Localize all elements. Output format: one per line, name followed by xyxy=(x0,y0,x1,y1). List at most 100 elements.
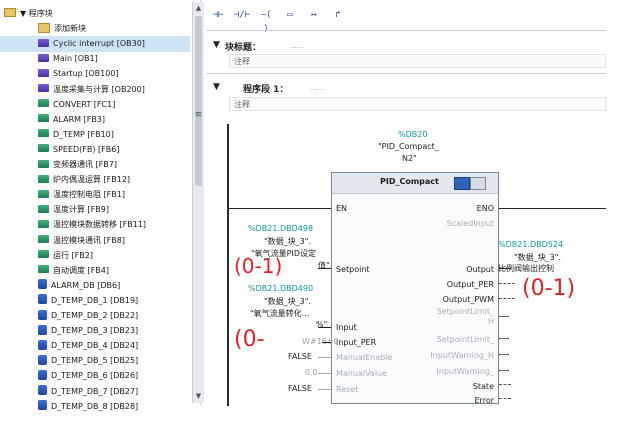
manual-value-value[interactable]: 0.0 xyxy=(305,368,318,377)
tree-item[interactable]: SPEED(FB) [FB6] xyxy=(0,142,190,158)
input-per-wire xyxy=(322,342,331,343)
scroll-thumb[interactable] xyxy=(195,16,202,186)
output-operand-address[interactable]: %DB21.DBD524 xyxy=(498,240,563,249)
tree-item[interactable]: 温控模块通讯 [FB8] xyxy=(0,233,190,249)
tree-item[interactable]: D_TEMP_DB_5 [DB25] xyxy=(0,353,190,369)
output-wire xyxy=(499,268,511,269)
tree-item[interactable]: 温控模块数据转移 [FB11] xyxy=(0,217,190,233)
fb-icon xyxy=(38,204,49,213)
tree-item[interactable]: 温度控制电阻 [FB1] xyxy=(0,187,190,203)
close-branch-icon[interactable]: ↱ xyxy=(328,8,348,22)
tree-item[interactable]: D_TEMP_DB_8 [DB28] xyxy=(0,399,190,415)
input-warning-l-stub xyxy=(499,370,509,372)
reset-wire xyxy=(318,389,331,390)
reset-value[interactable]: FALSE xyxy=(288,384,312,393)
tree-item-label: 变频器通讯 [FB7] xyxy=(53,160,117,169)
tree-item-label: D_TEMP_DB_1 [DB19] xyxy=(51,295,139,305)
tree-item[interactable]: 温度采集与计算 [OB200] xyxy=(0,82,190,98)
open-branch-icon[interactable]: ↦ xyxy=(304,8,324,22)
eno-wire xyxy=(499,208,606,209)
empty-box-icon[interactable]: ▭ xyxy=(280,8,300,22)
input-per-value[interactable]: W#16#0 xyxy=(302,337,339,346)
input-operand-name1: "数据_块_3". xyxy=(264,297,311,306)
tree-item[interactable]: 添加新块 xyxy=(0,21,190,37)
db-icon xyxy=(38,279,47,290)
input-range-annotation: (0- xyxy=(234,327,265,352)
tree-item[interactable]: ▼ 程序块 xyxy=(0,6,190,22)
pin-output-pwm: Output_PWM xyxy=(442,295,494,304)
block-title-dots[interactable]: ...... xyxy=(290,42,303,50)
scroll-grip-icon: ≡ xyxy=(194,110,203,120)
db-icon xyxy=(38,354,47,365)
manual-enable-wire xyxy=(318,357,331,358)
tree-item[interactable]: Startup [OB100] xyxy=(0,66,190,82)
tree-item-label: ▼ 程序块 xyxy=(20,9,53,18)
tree-item-label: 温度控制电阻 [FB1] xyxy=(53,190,125,200)
block-title-collapse-icon[interactable]: ▼ xyxy=(213,40,220,50)
pid-compact-block[interactable]: PID_Compact EN Setpoint Input Input_PER … xyxy=(331,172,499,405)
tree-item[interactable]: D_TEMP [FB10] xyxy=(0,127,190,143)
pin-en: EN xyxy=(336,204,348,213)
tree-item-label: 温控模块数据转移 [FB11] xyxy=(53,220,147,230)
tree-item[interactable]: Main [OB1] xyxy=(0,51,190,67)
tree-item-label: Startup [OB100] xyxy=(53,69,119,79)
instance-db-address: %DB20 xyxy=(398,130,428,139)
scroll-up-arrow-icon[interactable]: ▲ xyxy=(194,4,203,13)
fc-icon xyxy=(38,99,49,108)
pin-setpointlimit-h: SetpointLimit_ xyxy=(436,307,494,316)
sp-limit-l-stub xyxy=(499,338,509,340)
tree-item-label: ALARM [FB3] xyxy=(53,114,106,124)
setpoint-operand-address[interactable]: %DB21.DBD498 xyxy=(248,224,313,233)
tree-item-label: D_TEMP_DB_3 [DB23] xyxy=(51,326,139,336)
toolbar-divider xyxy=(206,30,606,31)
diagnostic-icon[interactable] xyxy=(470,177,486,190)
tree-item[interactable]: 炉内偶温运算 [FB12] xyxy=(0,172,190,188)
network-collapse-icon[interactable]: ▼ xyxy=(213,82,220,92)
tree-item[interactable]: CONVERT [FC1] xyxy=(0,97,190,113)
db-icon xyxy=(38,309,47,320)
tree-scrollbar[interactable]: ▲ ≡ ▼ xyxy=(192,2,204,403)
setpoint-wire xyxy=(318,268,331,269)
block-name: PID_Compact xyxy=(380,177,439,186)
tree-item[interactable]: 自动调度 [FB4] xyxy=(0,263,190,279)
network-dots[interactable]: ...... xyxy=(310,84,323,92)
pin-scaled-input: ScaledInput xyxy=(446,219,494,228)
pin-inputwarning-h: InputWarning_H xyxy=(430,351,494,360)
normally-open-contact-icon[interactable]: ⊣⊢ xyxy=(208,8,228,22)
tree-item[interactable]: D_TEMP_DB_7 [DB27] xyxy=(0,384,190,400)
instance-db-name-line2: N2" xyxy=(402,154,417,163)
ob-icon xyxy=(38,53,49,62)
tree-item-label: D_TEMP_DB_5 [DB25] xyxy=(51,356,139,366)
section-divider xyxy=(206,73,606,74)
tree-item-label: D_TEMP_DB_8 [DB28] xyxy=(51,401,139,411)
fb-icon xyxy=(38,265,49,274)
fb-icon xyxy=(38,114,49,123)
tree-item[interactable]: D_TEMP_DB_1 [DB19] xyxy=(0,293,190,309)
fb-icon xyxy=(38,129,49,138)
network-comment-field[interactable]: 注释 xyxy=(229,97,606,111)
scroll-down-arrow-icon[interactable]: ▼ xyxy=(194,392,203,401)
normally-closed-contact-icon[interactable]: ⊣/⊢ xyxy=(232,8,252,22)
input-operand-address[interactable]: %DB21.DBD490 xyxy=(248,284,313,293)
pin-manual-value: ManualValue xyxy=(336,369,388,378)
tree-item[interactable]: D_TEMP_DB_4 [DB24] xyxy=(0,338,190,354)
manual-enable-value[interactable]: FALSE xyxy=(288,352,312,361)
tree-item[interactable]: D_TEMP_DB_2 [DB22] xyxy=(0,308,190,324)
ob-icon xyxy=(38,38,49,47)
coil-icon[interactable]: –( ) xyxy=(256,8,276,34)
config-icon[interactable] xyxy=(454,177,470,190)
tree-item[interactable]: Cyclic interrupt [OB30] xyxy=(0,36,190,53)
tree-item[interactable]: D_TEMP_DB_3 [DB23] xyxy=(0,323,190,339)
block-comment-field[interactable]: 注释 xyxy=(229,54,606,68)
tree-item[interactable]: 温度计算 [FB9] xyxy=(0,202,190,218)
tree-item[interactable]: ALARM [FB3] xyxy=(0,112,190,128)
network-title: 程序段 1： xyxy=(243,85,289,95)
tree-item[interactable]: 变频器通讯 [FB7] xyxy=(0,157,190,173)
tree-item[interactable]: ALARM_DB [DB6] xyxy=(0,278,190,294)
tree-item[interactable]: D_TEMP_DB_6 [DB26] xyxy=(0,368,190,384)
tree-item-label: Cyclic interrupt [OB30] xyxy=(53,39,145,49)
ob-icon xyxy=(38,68,49,77)
tree-item[interactable]: 运行 [FB2] xyxy=(0,248,190,264)
block-title-label: 块标题： xyxy=(225,43,262,53)
output-operand-name1: "数据_块_3". xyxy=(514,253,561,262)
